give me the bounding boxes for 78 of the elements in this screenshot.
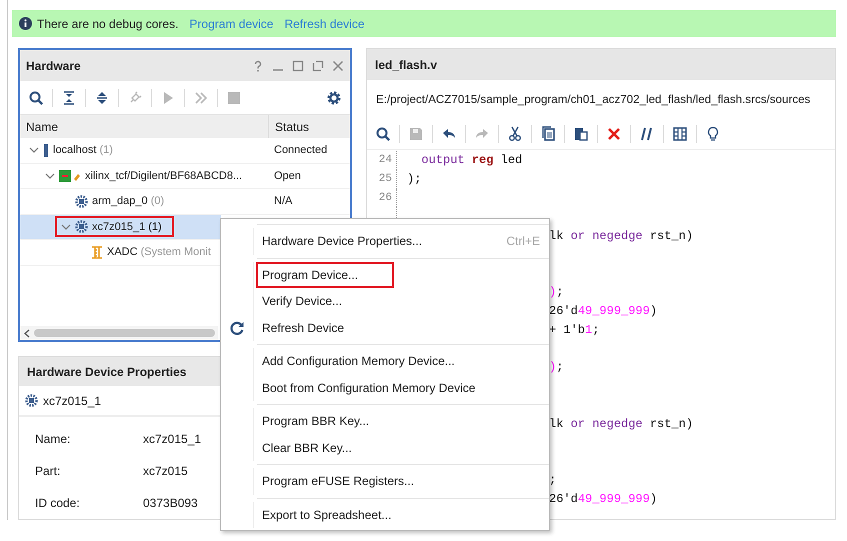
board-icon — [59, 170, 81, 182]
property-label: Name: — [35, 432, 72, 446]
menu-item[interactable]: Export to Spreadsheet... — [256, 502, 428, 528]
tree-row[interactable]: localhost (1) Connected — [20, 138, 350, 164]
property-label: Part: — [35, 464, 62, 478]
panel-title: Hardware Device Properties — [27, 364, 186, 379]
banner-message: There are no debug cores. — [37, 16, 178, 30]
line-number: 25 — [378, 173, 392, 186]
menu-item[interactable]: Hardware Device Properties... — [256, 228, 458, 254]
server-icon — [43, 144, 49, 157]
float-icon[interactable] — [312, 60, 324, 72]
search-icon[interactable] — [375, 126, 391, 142]
property-value: xc7z015 — [143, 464, 189, 478]
code-line: ); — [549, 360, 564, 374]
menu-item[interactable]: Add Configuration Memory Device... — [256, 348, 491, 374]
columns-icon[interactable] — [672, 126, 688, 142]
chevron-icon[interactable] — [29, 145, 39, 156]
menu-item[interactable]: Verify Device... — [256, 288, 378, 314]
code-line: ; — [549, 472, 556, 487]
tree-item-label: xc7z015_1 (1) — [92, 220, 162, 233]
column-header[interactable]: Status — [268, 115, 350, 138]
tree-item-label: xilinx_tcf/Digilent/BF68ABCD8... — [85, 170, 242, 182]
ruler-icon — [91, 246, 103, 259]
code-line: output reg led — [420, 153, 522, 168]
chevron-icon[interactable] — [45, 170, 55, 181]
chip-icon — [75, 194, 88, 208]
search-icon[interactable] — [28, 90, 44, 106]
status-cell: N/A — [274, 195, 292, 208]
settings-icon[interactable] — [326, 90, 342, 106]
property-value: xc7z015_1 — [143, 432, 202, 446]
comment-icon[interactable] — [639, 126, 655, 142]
help-icon[interactable] — [252, 60, 264, 72]
close-icon[interactable] — [332, 60, 344, 72]
tree-item-label: XADC (System Monit — [107, 246, 211, 258]
tree-row[interactable]: xilinx_tcf/Digilent/BF68ABCD8... Open — [20, 164, 350, 189]
code-line: lk or negedge rst_n) — [549, 228, 694, 243]
chip-icon — [75, 220, 88, 234]
chevron-icon[interactable] — [61, 222, 71, 232]
tree-item-label: arm_dap_0 (0) — [92, 195, 164, 208]
tree-item-label: localhost (1) — [53, 144, 113, 156]
lightbulb-icon[interactable] — [705, 126, 721, 142]
paste-icon[interactable] — [573, 126, 589, 142]
menu-item[interactable]: Program BBR Key... — [256, 408, 406, 434]
horizontal-scrollbar[interactable] — [20, 326, 218, 340]
copy-icon[interactable] — [540, 126, 556, 142]
scroll-left-icon[interactable] — [23, 328, 30, 338]
collapse-all-icon[interactable] — [61, 90, 77, 106]
device-name: xc7z015_1 — [43, 394, 102, 408]
property-value: 0373B093 — [143, 496, 199, 510]
chip-icon — [25, 394, 38, 408]
delete-icon[interactable] — [606, 126, 622, 142]
info-icon — [19, 17, 32, 30]
property-label: ID code: — [35, 496, 81, 510]
refresh-icon — [229, 320, 245, 336]
scissors-icon[interactable] — [507, 126, 523, 142]
panel-title: Hardware — [26, 58, 82, 72]
code-line: lk or negedge rst_n) — [549, 416, 694, 431]
file-tab[interactable]: led_flash.v — [375, 58, 438, 72]
maximize-icon[interactable] — [292, 60, 304, 72]
code-line: + 1'b1; — [549, 322, 600, 337]
column-header[interactable]: Name — [20, 120, 268, 134]
code-line: ); — [407, 172, 422, 186]
line-number: 26 — [378, 192, 392, 204]
tree-row[interactable]: xc7z015_1 (1) — [20, 214, 221, 240]
line-number: 24 — [378, 154, 392, 166]
menu-item[interactable]: Clear BBR Key... — [256, 434, 388, 461]
status-cell: Open — [274, 170, 301, 182]
file-path: E:/project/ACZ7015/sample_program/ch01_acz702_led_flash/led_flash.srcs/sources — [376, 92, 810, 106]
menu-item[interactable]: Program Device... — [256, 262, 394, 288]
status-cell: Connected — [274, 144, 328, 156]
expand-all-icon[interactable] — [94, 90, 110, 106]
code-line: 26'd49_999_999) — [549, 304, 658, 318]
code-line: 26'd49_999_999) — [549, 492, 658, 506]
shortcut-hint: Ctrl+E — [506, 234, 540, 248]
code-line: ); — [549, 284, 564, 299]
menu-item[interactable]: Boot from Configuration Memory Device — [256, 374, 512, 401]
menu-item[interactable]: Refresh Device — [256, 314, 380, 341]
menu-item[interactable]: Program eFUSE Registers... — [256, 468, 450, 494]
